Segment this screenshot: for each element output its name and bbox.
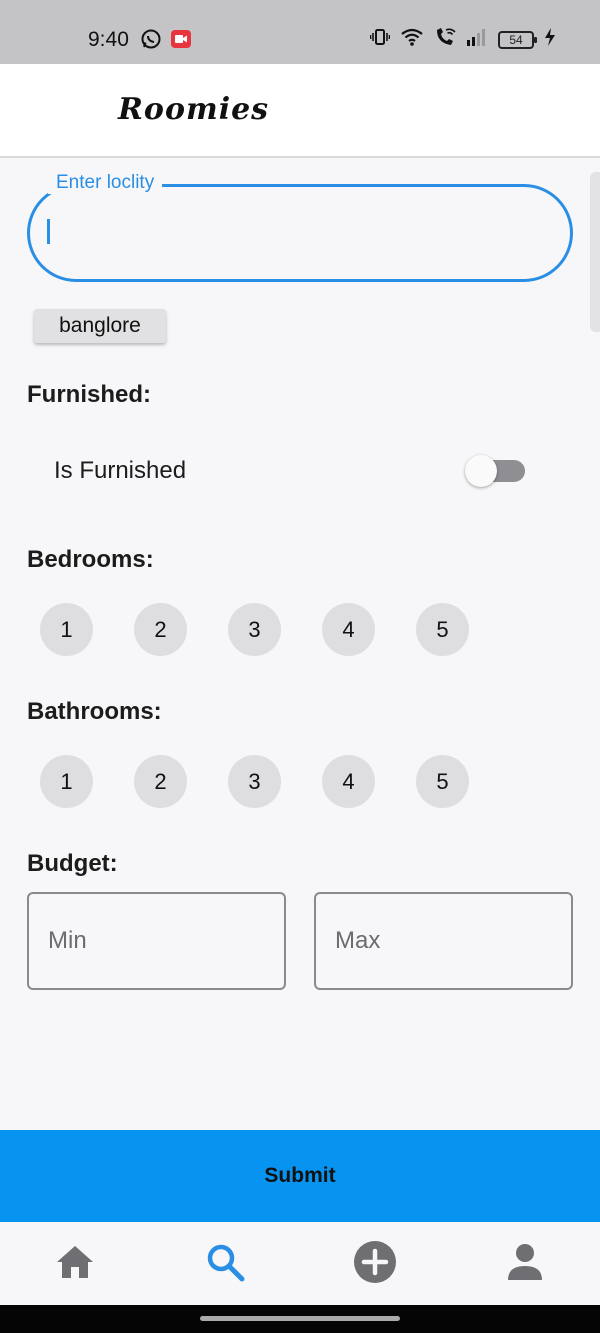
nav-home[interactable] — [50, 1239, 100, 1289]
vibrate-icon — [369, 27, 391, 52]
bathrooms-title: Bathrooms: — [27, 698, 162, 725]
locality-suggestion-chip[interactable]: banglore — [34, 309, 166, 343]
home-icon — [55, 1244, 95, 1285]
status-left-icons — [140, 28, 192, 55]
budget-min-input[interactable] — [27, 892, 286, 990]
video-record-icon — [170, 28, 192, 55]
status-bar: 9:40 54 — [0, 0, 600, 64]
scrollbar[interactable] — [590, 172, 600, 332]
charging-icon — [544, 27, 556, 52]
bedroom-option-2[interactable]: 2 — [134, 603, 187, 656]
budget-max-input[interactable] — [314, 892, 573, 990]
status-right-icons: 54 — [369, 27, 556, 52]
bedroom-option-3[interactable]: 3 — [228, 603, 281, 656]
submit-button[interactable]: Submit — [0, 1130, 600, 1222]
bathroom-option-5[interactable]: 5 — [416, 755, 469, 808]
furnished-toggle-label: Is Furnished — [54, 457, 187, 484]
bedroom-option-4[interactable]: 4 — [322, 603, 375, 656]
app-logo: Roomies — [118, 92, 270, 127]
bathroom-option-1[interactable]: 1 — [40, 755, 93, 808]
bathrooms-options: 1 2 3 4 5 — [40, 755, 469, 808]
bathroom-option-4[interactable]: 4 — [322, 755, 375, 808]
battery-icon: 54 — [498, 30, 537, 49]
nav-search[interactable] — [200, 1239, 250, 1289]
status-time: 9:40 — [88, 28, 129, 51]
app-bar: Roomies — [0, 64, 600, 158]
bedroom-option-5[interactable]: 5 — [416, 603, 469, 656]
bedroom-option-1[interactable]: 1 — [40, 603, 93, 656]
budget-title: Budget: — [27, 850, 118, 877]
text-cursor — [47, 219, 50, 244]
profile-icon — [505, 1242, 545, 1287]
bathroom-option-3[interactable]: 3 — [228, 755, 281, 808]
bedrooms-options: 1 2 3 4 5 — [40, 603, 469, 656]
wifi-call-icon — [434, 27, 456, 52]
gesture-handle[interactable] — [200, 1316, 400, 1321]
nav-add[interactable] — [350, 1239, 400, 1289]
system-gesture-bar — [0, 1305, 600, 1333]
locality-input[interactable] — [56, 212, 536, 252]
signal-icon — [466, 27, 488, 52]
wifi-icon — [400, 27, 424, 52]
locality-label: Enter loclity — [48, 172, 163, 194]
add-icon — [353, 1240, 397, 1289]
furnished-title: Furnished: — [27, 381, 151, 408]
toggle-thumb[interactable] — [465, 455, 497, 487]
nav-profile[interactable] — [500, 1239, 550, 1289]
whatsapp-icon — [140, 28, 162, 55]
bottom-nav — [0, 1222, 600, 1305]
bathroom-option-2[interactable]: 2 — [134, 755, 187, 808]
bedrooms-title: Bedrooms: — [27, 546, 154, 573]
search-icon — [205, 1242, 245, 1287]
